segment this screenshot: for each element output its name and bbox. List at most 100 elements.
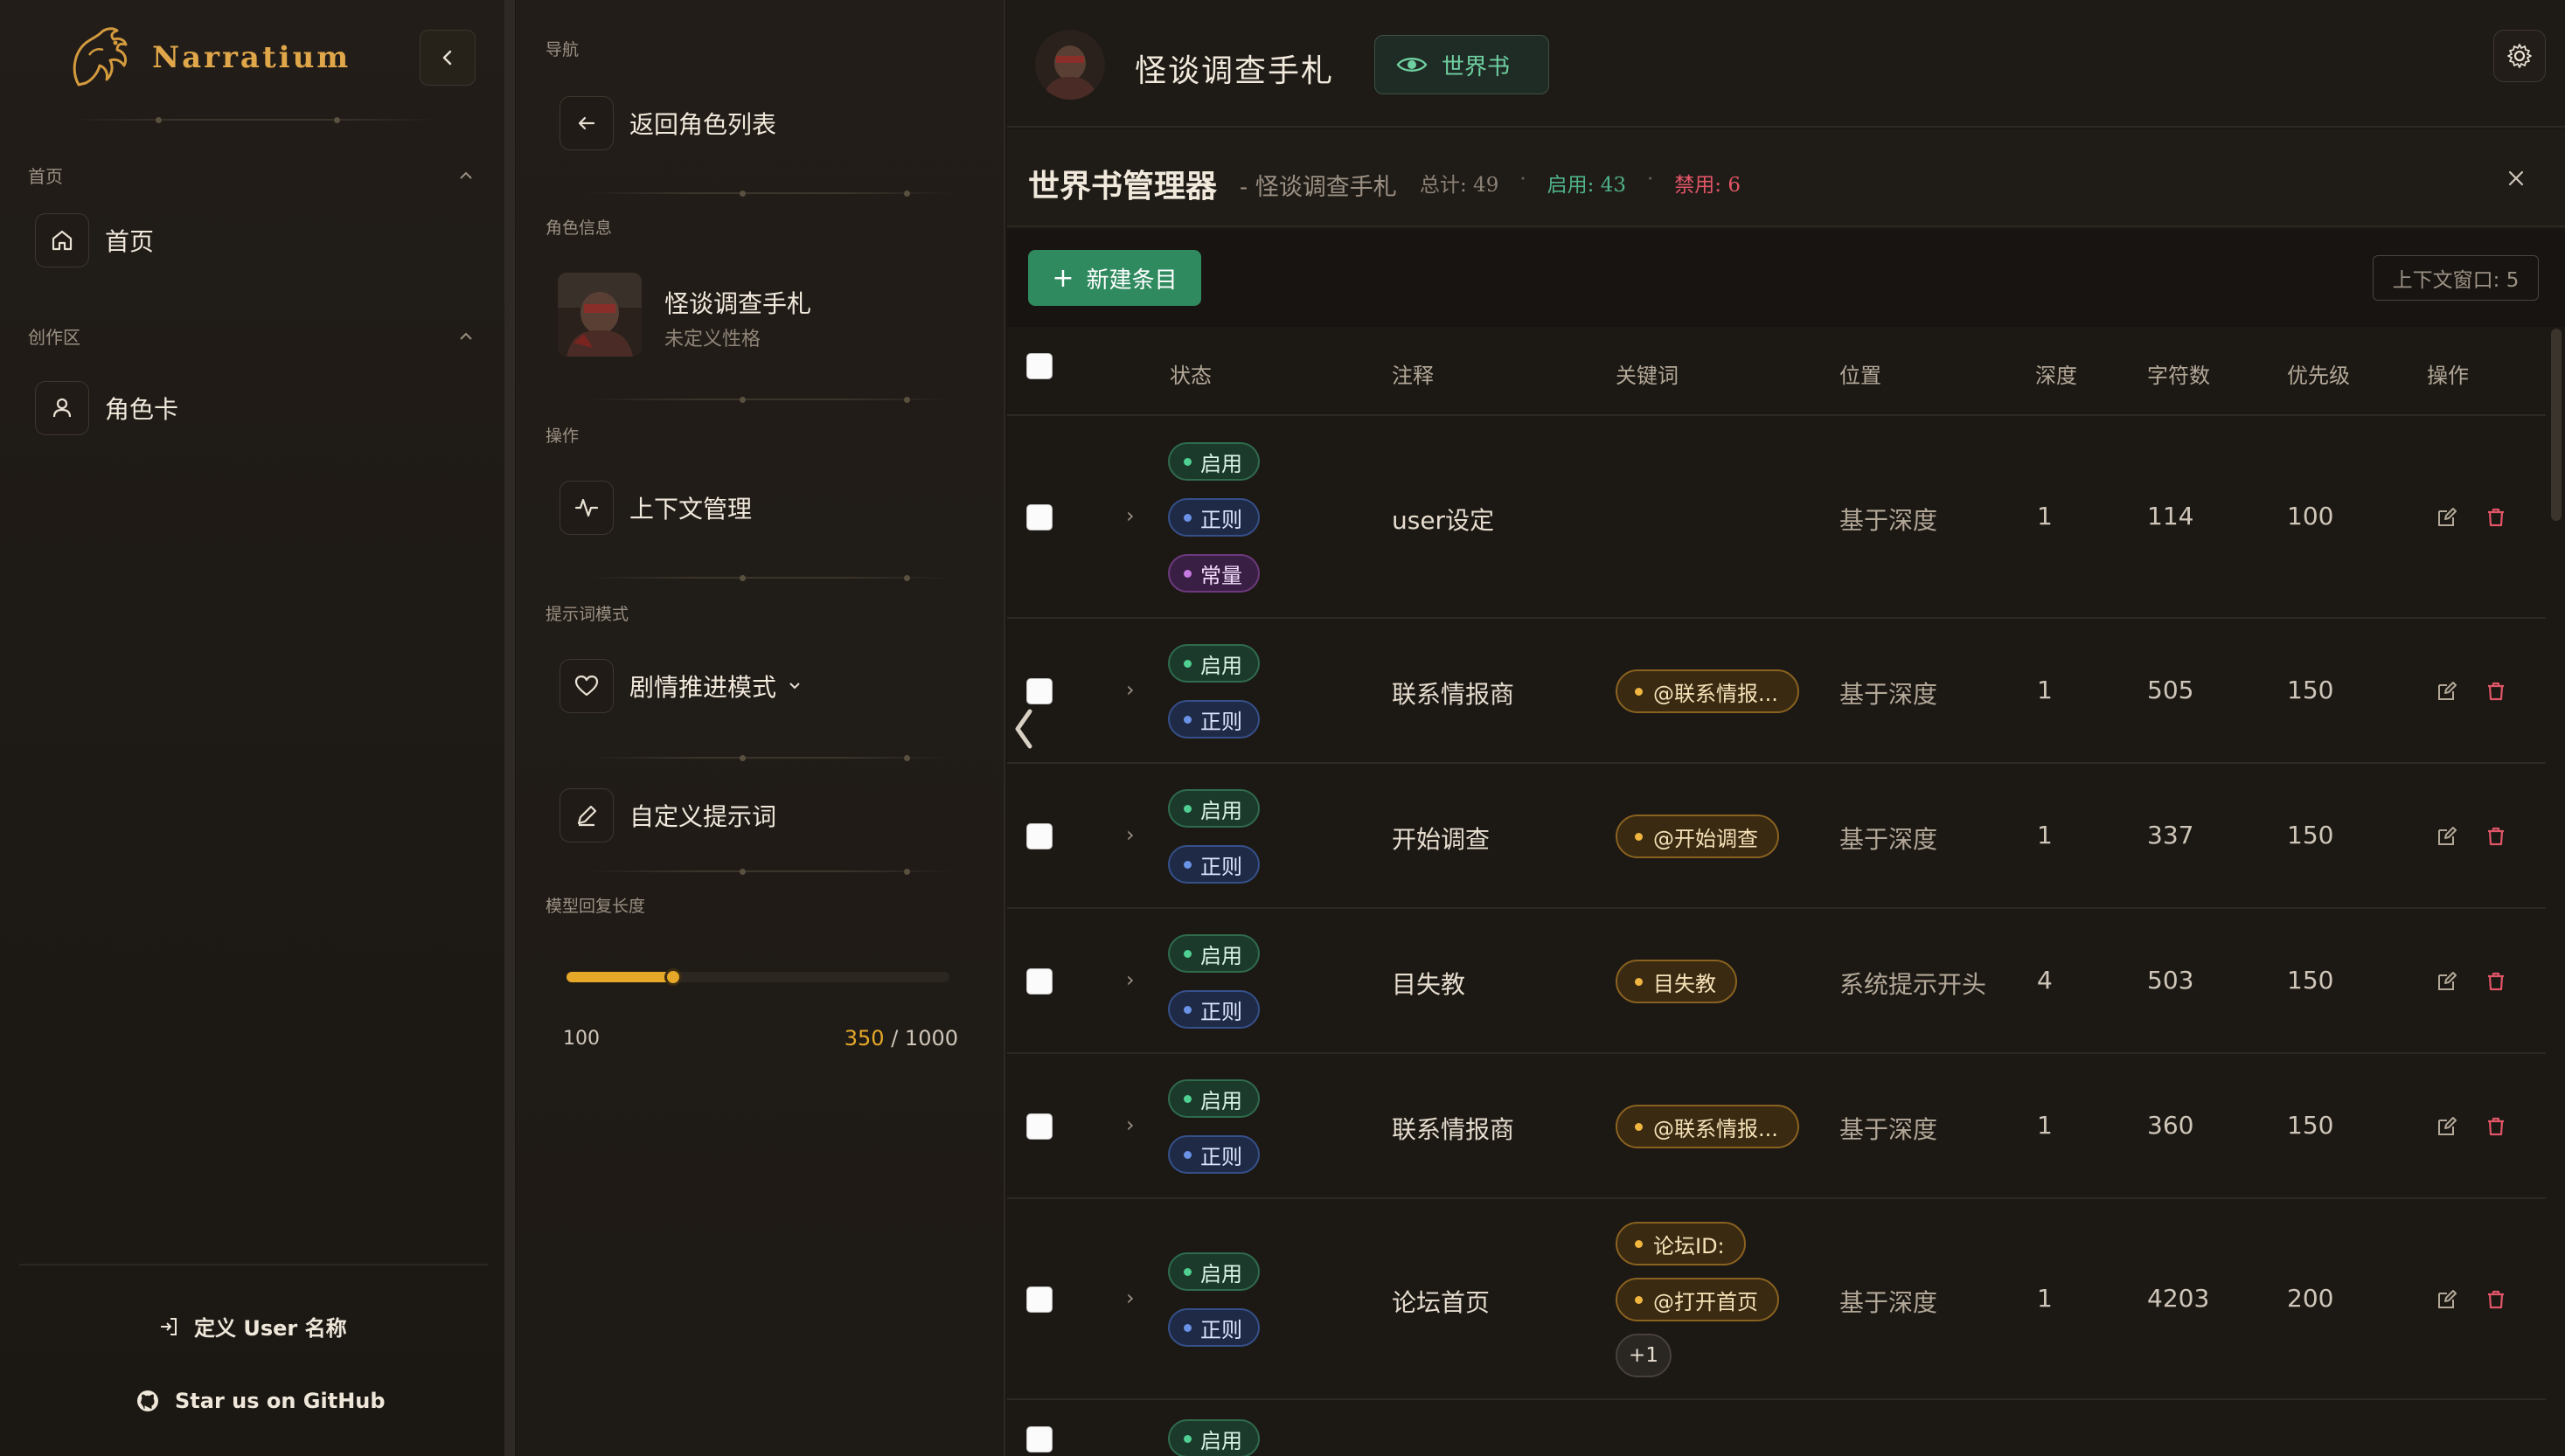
keyword-chip[interactable]: 目失教 xyxy=(1616,960,1737,1003)
edit-icon[interactable] xyxy=(2436,1288,2458,1311)
keyword-label: @开始调查 xyxy=(1653,826,1758,851)
define-user-label: 定义 User 名称 xyxy=(194,1316,347,1341)
stat-disabled: 禁用: 6 xyxy=(1674,174,1741,197)
keyword-chip[interactable]: @打开首页 xyxy=(1616,1278,1779,1321)
edit-icon[interactable] xyxy=(2436,506,2458,529)
status-badge-enabled: 启用 xyxy=(1168,1252,1260,1291)
row-checkbox[interactable] xyxy=(1026,504,1053,530)
table-row[interactable]: › 启用 正则 开始调查 基于深度 1 337 150 @开始调查 xyxy=(1007,764,2546,909)
row-checkbox[interactable] xyxy=(1026,678,1053,704)
row-checkbox[interactable] xyxy=(1026,968,1053,995)
status-badge-label: 启用 xyxy=(1200,653,1242,678)
char-info-label: 角色信息 xyxy=(546,218,613,238)
new-entry-button[interactable]: + 新建条目 xyxy=(1028,250,1201,306)
status-badge-regex: 正则 xyxy=(1168,700,1260,738)
row-checkbox[interactable] xyxy=(1026,1113,1053,1140)
edit-icon[interactable] xyxy=(2436,680,2458,703)
sidebar-item-character-card[interactable]: 角色卡 xyxy=(35,381,178,435)
row-checkbox[interactable] xyxy=(1026,1426,1053,1453)
table-row[interactable]: › 启用 正则 联系情报商 基于深度 1 360 150 @联系情报... xyxy=(1007,1054,2546,1199)
main-content: 怪谈调查手札 世界书 世界书管理器 - 怪谈调查手札 总计: 49 · 启用: … xyxy=(1007,0,2565,1456)
reply-length-slider[interactable] xyxy=(567,968,949,986)
edit-icon[interactable] xyxy=(2436,1115,2458,1138)
prompt-mode-label: 提示词模式 xyxy=(546,605,629,624)
table-row[interactable]: › 启用 正则 联系情报商 基于深度 1 505 150 @联系情报... xyxy=(1007,619,2546,764)
table-scrollbar[interactable] xyxy=(2551,329,2562,521)
status-dot xyxy=(1184,659,1192,668)
prompt-mode-select[interactable]: 剧情推进模式 xyxy=(560,659,803,713)
delete-icon[interactable] xyxy=(2485,680,2507,703)
keyword-chip[interactable]: @开始调查 xyxy=(1616,815,1779,858)
delete-icon[interactable] xyxy=(2485,970,2507,993)
collapse-sidebar-button[interactable] xyxy=(420,30,476,86)
keyword-chip[interactable]: @联系情报... xyxy=(1616,1105,1799,1148)
slider-max: 1000 xyxy=(904,1026,958,1050)
divider xyxy=(70,117,437,123)
character-avatar[interactable] xyxy=(558,273,642,357)
table-row[interactable]: › 启用 正则 论坛首页 基于深度 1 4203 200 论坛ID: @打开首页 +1 xyxy=(1007,1199,2546,1400)
cell-priority: 150 xyxy=(2287,821,2334,849)
divider xyxy=(586,755,953,761)
edit-icon[interactable] xyxy=(2436,825,2458,848)
brand-logo[interactable]: Narratium xyxy=(63,21,351,94)
row-checkbox[interactable] xyxy=(1026,1286,1053,1313)
expand-row-icon[interactable]: › xyxy=(1126,1286,1135,1310)
row-checkbox[interactable] xyxy=(1026,823,1053,849)
section-create-header[interactable]: 创作区 xyxy=(28,323,474,349)
status-badge-label: 启用 xyxy=(1200,943,1242,968)
slider-fill xyxy=(567,972,673,982)
section-home-header[interactable]: 首页 xyxy=(28,163,474,188)
collapse-panel-icon[interactable] xyxy=(1011,704,1037,753)
close-icon[interactable] xyxy=(2502,164,2530,192)
divider xyxy=(586,869,953,875)
slider-current-value: 350 / 1000 xyxy=(845,1026,958,1050)
edit-icon[interactable] xyxy=(2436,970,2458,993)
expand-row-icon[interactable]: › xyxy=(1126,967,1135,992)
cell-depth: 1 xyxy=(2037,502,2053,530)
custom-prompt-button[interactable]: 自定义提示词 xyxy=(560,788,776,842)
cell-priority: 100 xyxy=(2287,502,2334,530)
delete-icon[interactable] xyxy=(2485,1115,2507,1138)
define-user-name-link[interactable]: 定义 User 名称 xyxy=(157,1311,347,1342)
delete-icon[interactable] xyxy=(2485,506,2507,529)
delete-icon[interactable] xyxy=(2485,1288,2507,1311)
back-to-characters-button[interactable]: 返回角色列表 xyxy=(560,96,776,150)
cell-comment: 联系情报商 xyxy=(1392,1115,1515,1144)
context-window-badge[interactable]: 上下文窗口: 5 xyxy=(2373,255,2539,301)
section-home-title: 首页 xyxy=(28,166,63,187)
login-icon xyxy=(161,1317,177,1335)
status-badge-enabled: 启用 xyxy=(1168,1079,1260,1118)
table-row[interactable]: 启用 xyxy=(1007,1400,2546,1456)
delete-icon[interactable] xyxy=(2485,825,2507,848)
keyword-chip[interactable]: 论坛ID: xyxy=(1616,1222,1746,1265)
status-dot xyxy=(1184,1323,1192,1332)
stat-enabled: 启用: 43 xyxy=(1547,174,1626,197)
expand-row-icon[interactable]: › xyxy=(1126,677,1135,702)
cell-position: 系统提示开头 xyxy=(1839,970,1987,999)
expand-row-icon[interactable]: › xyxy=(1126,822,1135,847)
character-avatar-small[interactable] xyxy=(1035,30,1105,100)
status-badge-label: 启用 xyxy=(1200,451,1242,476)
worldbook-toggle-button[interactable]: 世界书 xyxy=(1374,35,1549,94)
select-all-checkbox[interactable] xyxy=(1026,353,1053,379)
keyword-chip[interactable]: @联系情报... xyxy=(1616,669,1799,713)
table-row[interactable]: › 启用 正则 常量 user设定 基于深度 1 114 100 xyxy=(1007,416,2546,619)
status-badge-regex: 正则 xyxy=(1168,990,1260,1029)
expand-row-icon[interactable]: › xyxy=(1126,503,1135,528)
cell-position: 基于深度 xyxy=(1839,1115,1938,1144)
settings-button[interactable] xyxy=(2493,30,2546,82)
sidebar-item-home[interactable]: 首页 xyxy=(35,213,154,267)
col-position: 位置 xyxy=(1839,364,1881,388)
keyword-more-chip[interactable]: +1 xyxy=(1616,1334,1672,1377)
expand-row-icon[interactable]: › xyxy=(1126,1113,1135,1137)
slider-handle[interactable] xyxy=(664,968,682,986)
status-dot xyxy=(1184,804,1192,813)
context-manage-button[interactable]: 上下文管理 xyxy=(560,481,752,535)
heart-icon-box xyxy=(560,659,614,713)
new-entry-label: 新建条目 xyxy=(1086,267,1178,294)
dragon-logo-icon xyxy=(73,27,128,87)
status-badge-enabled: 启用 xyxy=(1168,442,1260,481)
table-row[interactable]: › 启用 正则 目失教 系统提示开头 4 503 150 目失教 xyxy=(1007,909,2546,1054)
status-badge-constant: 常量 xyxy=(1168,554,1260,593)
github-link[interactable]: Star us on GitHub xyxy=(135,1388,386,1414)
